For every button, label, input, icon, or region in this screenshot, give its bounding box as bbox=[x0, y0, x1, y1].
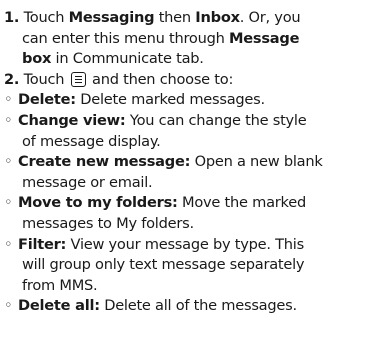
option-term: Move to my folders: bbox=[18, 194, 178, 212]
option-description: will group only text message separately bbox=[22, 256, 305, 274]
step-1-line-3: box in Communicate tab. bbox=[4, 49, 362, 70]
bullet: ◦ bbox=[4, 111, 13, 129]
option-term: Filter: bbox=[18, 235, 67, 253]
option-description: messages to My folders. bbox=[22, 214, 194, 232]
instruction-document: 1. Touch Messaging then Inbox. Or, you c… bbox=[0, 0, 366, 362]
option-description: Delete marked messages. bbox=[75, 91, 265, 109]
option-line: ◦ Change view: You can change the style bbox=[4, 111, 362, 132]
option-term: Change view: bbox=[18, 111, 126, 129]
menu-icon bbox=[70, 71, 86, 87]
option-description: from MMS. bbox=[22, 276, 98, 294]
option-description: Move the marked bbox=[177, 194, 306, 212]
option-description: You can change the style bbox=[125, 111, 307, 129]
step-text: in Communicate tab. bbox=[51, 50, 204, 68]
step-1-line-1: 1. Touch Messaging then Inbox. Or, you bbox=[4, 8, 362, 29]
option-line: message or email. bbox=[4, 173, 362, 194]
step-number: 1. bbox=[4, 9, 20, 26]
option-item-create-new-message: ◦ Create new message: Open a new blank me… bbox=[4, 152, 362, 193]
bullet: ◦ bbox=[4, 297, 13, 315]
option-line: will group only text message separately bbox=[4, 255, 362, 276]
bullet: ◦ bbox=[4, 235, 13, 253]
step-text: . Or, you bbox=[239, 9, 301, 26]
option-line: ◦ Move to my folders: Move the marked bbox=[4, 193, 362, 214]
bullet: ◦ bbox=[4, 153, 13, 171]
step-1-line-2: can enter this menu through Message bbox=[4, 29, 362, 50]
option-term: Delete all: bbox=[18, 297, 100, 315]
option-list: ◦ Delete: Delete marked messages. ◦ Change… bbox=[4, 90, 362, 317]
step-text: and then choose to: bbox=[87, 70, 234, 88]
step-1: 1. Touch Messaging then Inbox. Or, you c… bbox=[4, 8, 362, 70]
step-text: can enter this menu through bbox=[22, 29, 230, 47]
option-line: ◦ Create new message: Open a new blank bbox=[4, 152, 362, 173]
menu-term-box: box bbox=[22, 50, 52, 68]
option-line: messages to My folders. bbox=[4, 214, 362, 235]
bullet: ◦ bbox=[4, 194, 13, 212]
option-item-delete-all: ◦ Delete all: Delete all of the messages. bbox=[4, 296, 362, 317]
option-description: Delete all of the messages. bbox=[99, 297, 297, 315]
option-item-move-to-my-folders: ◦ Move to my folders: Move the marked mes… bbox=[4, 193, 362, 234]
step-number: 2. bbox=[4, 70, 20, 88]
option-description: Open a new blank bbox=[190, 153, 323, 171]
option-line: from MMS. bbox=[4, 276, 362, 297]
step-text: then bbox=[154, 9, 196, 26]
step-text: Touch bbox=[19, 70, 69, 88]
option-line: ◦ Delete all: Delete all of the messages. bbox=[4, 296, 362, 317]
step-2-line-1: 2. Touch and then choose to: bbox=[4, 70, 362, 91]
option-description: of message display. bbox=[22, 132, 161, 150]
menu-term-message: Message bbox=[229, 29, 300, 47]
bullet: ◦ bbox=[4, 91, 13, 109]
option-line: ◦ Filter: View your message by type. This bbox=[4, 235, 362, 256]
option-line: of message display. bbox=[4, 132, 362, 153]
step-text: Touch bbox=[19, 9, 69, 26]
option-line: ◦ Delete: Delete marked messages. bbox=[4, 90, 362, 111]
step-2: 2. Touch and then choose to: bbox=[4, 70, 362, 91]
option-term: Delete: bbox=[18, 91, 76, 109]
option-item-delete: ◦ Delete: Delete marked messages. bbox=[4, 90, 362, 111]
menu-term-inbox: Inbox bbox=[195, 9, 240, 26]
option-description: View your message by type. This bbox=[66, 235, 305, 253]
option-item-change-view: ◦ Change view: You can change the style o… bbox=[4, 111, 362, 152]
option-term: Create new message: bbox=[18, 153, 191, 171]
option-description: message or email. bbox=[22, 173, 153, 191]
menu-term-messaging: Messaging bbox=[68, 9, 155, 26]
option-item-filter: ◦ Filter: View your message by type. This… bbox=[4, 235, 362, 297]
